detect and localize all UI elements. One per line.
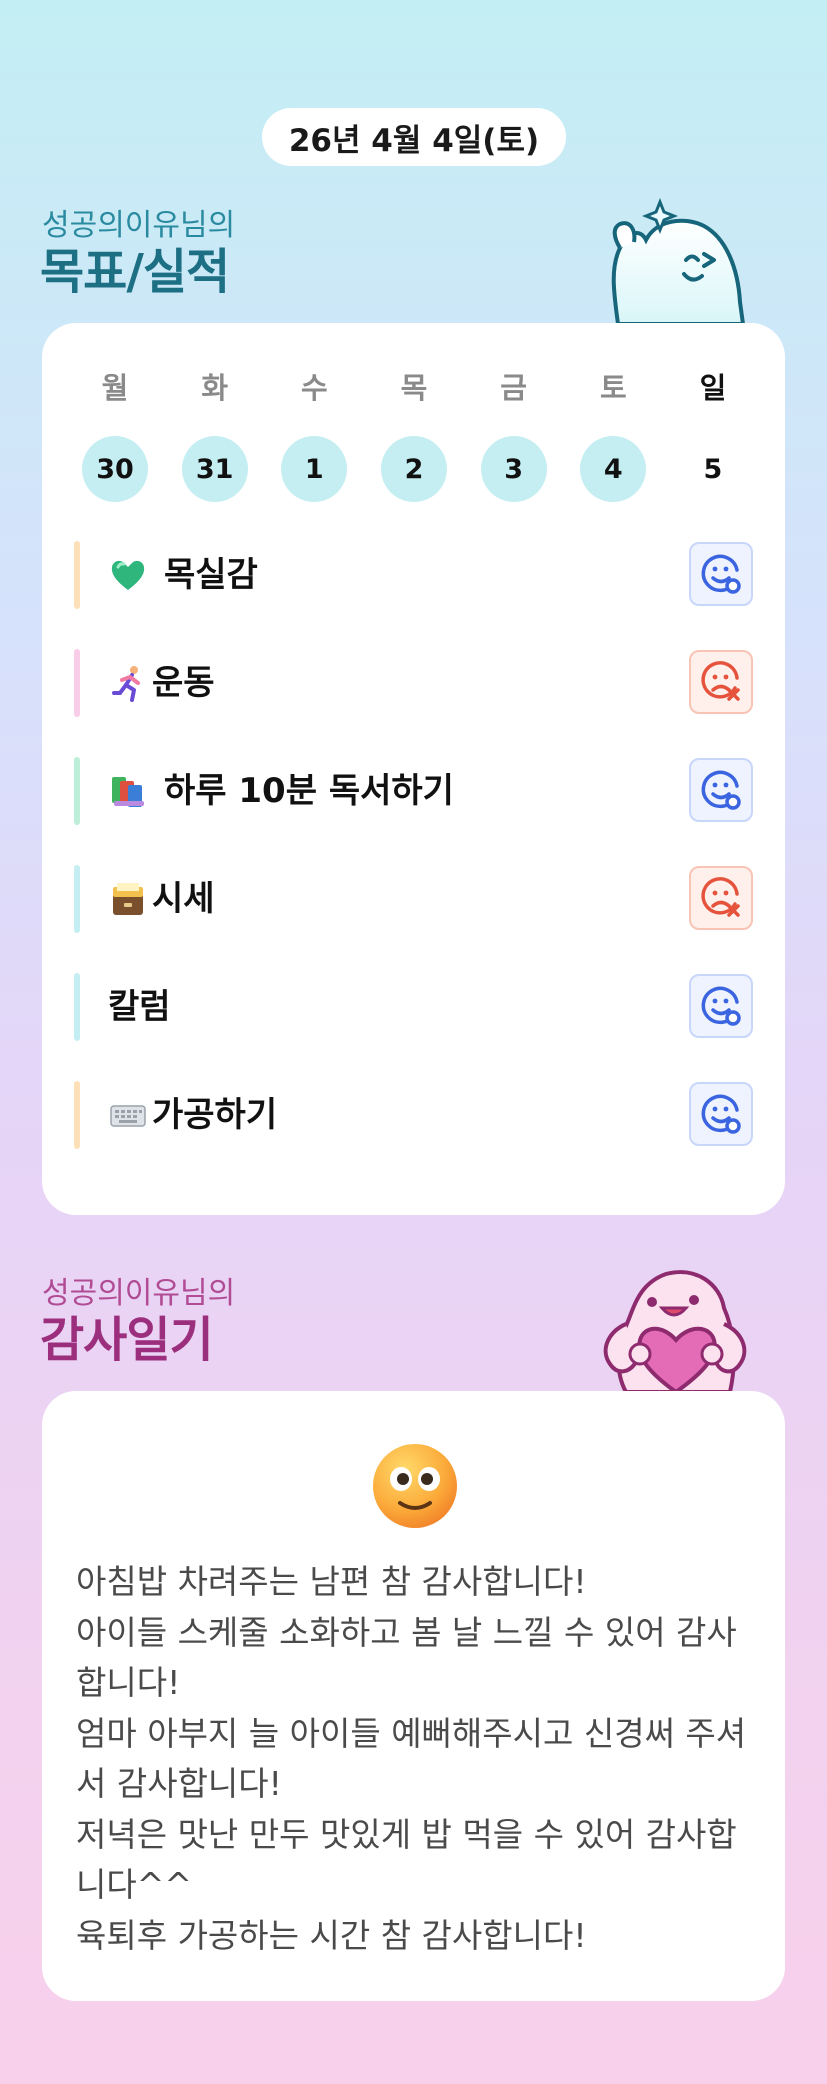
sad-face-icon xyxy=(699,876,743,920)
weekday-label: 금 xyxy=(500,371,527,405)
goal-row[interactable]: 목실감 xyxy=(74,541,753,609)
goal-name: 시세 xyxy=(152,879,215,919)
day-number[interactable]: 4 xyxy=(580,436,647,502)
goal-color-bar xyxy=(74,649,80,717)
weekday-column[interactable]: 일5 xyxy=(680,368,746,502)
week-calendar: 월 30 화 31 수 1 목 2 금 3 토 4 일 5 xyxy=(82,368,746,502)
day-number[interactable]: 3 xyxy=(480,436,547,502)
gratitude-text: 아침밥 차려주는 남편 참 감사합니다! 아이들 스케줄 소화하고 봄 날 느낄… xyxy=(76,1562,747,1955)
status-done-button[interactable] xyxy=(689,1082,753,1146)
status-done-button[interactable] xyxy=(689,542,753,606)
smile-face-icon xyxy=(699,768,743,812)
day-number[interactable]: 5 xyxy=(680,436,746,502)
smile-face-icon xyxy=(699,984,743,1028)
goal-color-bar xyxy=(74,541,80,609)
sad-face-icon xyxy=(699,660,743,704)
green-heart-icon xyxy=(108,555,148,595)
goals-title: 목표/실적 xyxy=(40,244,230,300)
status-done-button[interactable] xyxy=(689,758,753,822)
status-missed-button[interactable] xyxy=(689,866,753,930)
goals-card: 월 30 화 31 수 1 목 2 금 3 토 4 일 5 목실감 운동 하루 10분 독서하기 시세 칼럼 가공하… xyxy=(42,323,785,1215)
goal-color-bar xyxy=(74,865,80,933)
goal-row[interactable]: 시세 xyxy=(74,865,753,933)
mascot-heart-icon xyxy=(603,1270,747,1392)
file-cabinet-icon xyxy=(108,879,148,919)
weekday-label: 토 xyxy=(599,371,627,405)
smile-face-icon xyxy=(699,552,743,596)
day-number[interactable]: 1 xyxy=(281,436,348,502)
day-number[interactable]: 30 xyxy=(82,436,148,502)
weekday-column[interactable]: 토4 xyxy=(580,368,647,502)
goal-color-bar xyxy=(74,973,80,1041)
books-icon xyxy=(108,771,148,811)
status-missed-button[interactable] xyxy=(689,650,753,714)
weekday-label: 수 xyxy=(300,371,328,405)
mascot-thumbs-up-icon xyxy=(611,198,746,324)
date-label: 26년 4월 4일(토) xyxy=(288,122,540,159)
smiling-face-icon xyxy=(373,1444,457,1528)
smile-face-icon xyxy=(699,1092,743,1136)
weekday-label: 일 xyxy=(699,371,727,405)
weekday-label: 목 xyxy=(400,371,428,405)
day-number[interactable]: 31 xyxy=(181,436,248,502)
weekday-column[interactable]: 수1 xyxy=(281,368,348,502)
weekday-column[interactable]: 월 30 xyxy=(82,368,148,502)
goal-row[interactable]: 하루 10분 독서하기 xyxy=(74,757,753,825)
goal-name: 목실감 xyxy=(164,555,258,595)
goal-color-bar xyxy=(74,757,80,825)
weekday-label: 화 xyxy=(201,371,228,405)
weekday-column[interactable]: 금3 xyxy=(480,368,547,502)
gratitude-card: 아침밥 차려주는 남편 참 감사합니다! 아이들 스케줄 소화하고 봄 날 느낄… xyxy=(42,1391,785,2001)
day-number[interactable]: 2 xyxy=(380,436,447,502)
keyboard-icon xyxy=(108,1095,148,1135)
weekday-label: 월 xyxy=(101,371,129,405)
runner-icon xyxy=(108,663,148,703)
goal-row[interactable]: 운동 xyxy=(74,649,753,717)
date-pill[interactable]: 26년 4월 4일(토) xyxy=(262,108,566,166)
weekday-column[interactable]: 화 31 xyxy=(181,368,248,502)
goal-row[interactable]: 가공하기 xyxy=(74,1081,753,1149)
goal-row[interactable]: 칼럼 xyxy=(74,973,753,1041)
gratitude-title: 감사일기 xyxy=(40,1312,214,1368)
weekday-column[interactable]: 목2 xyxy=(380,368,447,502)
goal-color-bar xyxy=(74,1081,80,1149)
goal-name: 칼럼 xyxy=(108,987,171,1027)
goal-list: 목실감운동하루 10분 독서하기시세칼럼가공하기 xyxy=(74,541,753,1189)
goal-name: 하루 10분 독서하기 xyxy=(164,771,454,811)
status-done-button[interactable] xyxy=(689,974,753,1038)
goal-name: 가공하기 xyxy=(152,1095,278,1135)
goal-name: 운동 xyxy=(152,663,215,703)
